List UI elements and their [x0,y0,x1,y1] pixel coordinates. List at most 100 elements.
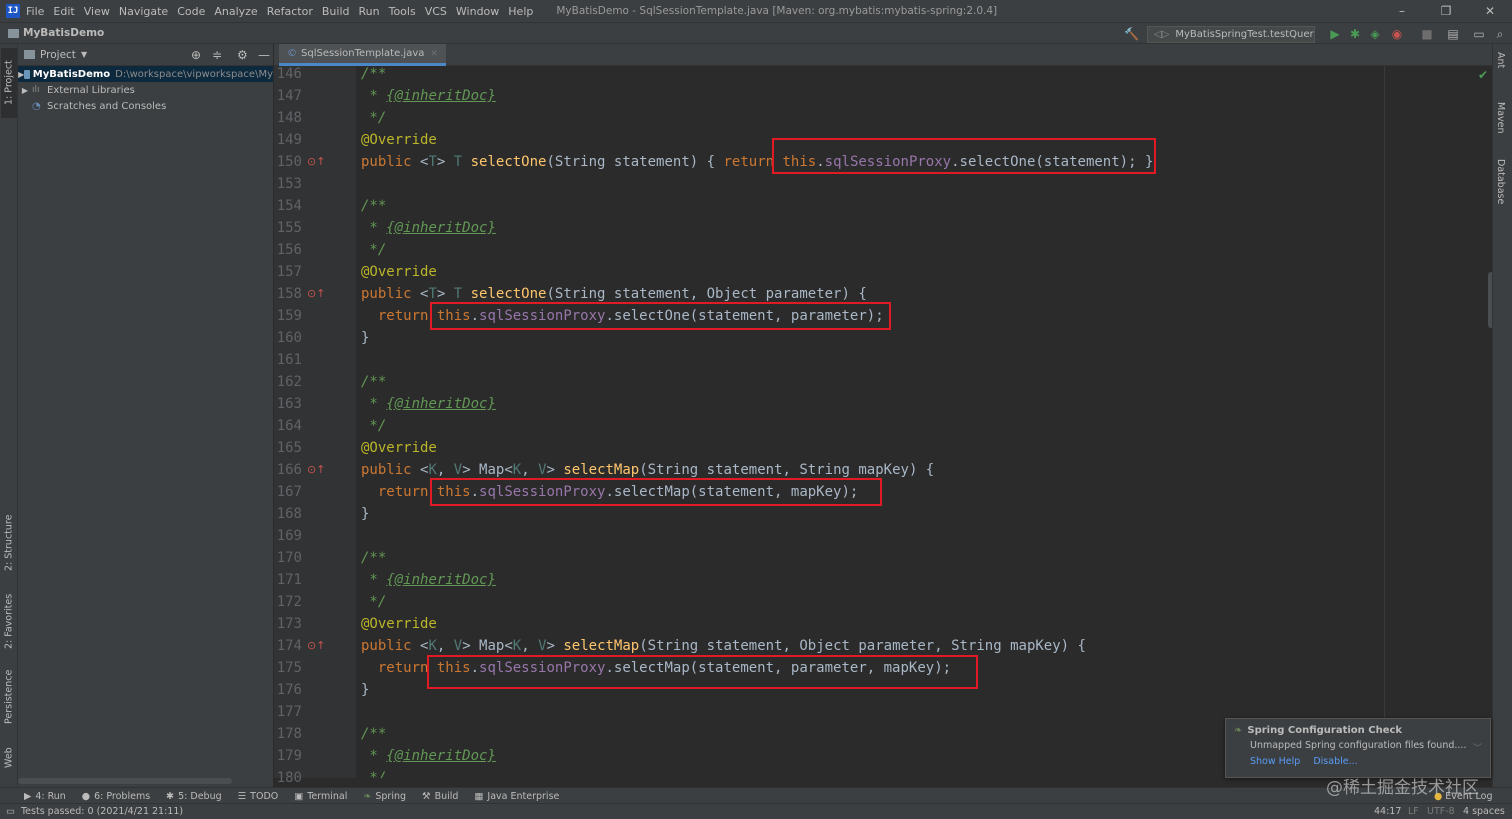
left-tool-strip: 1: Project 2: Structure 2: Favorites Per… [0,44,18,791]
tab-debug[interactable]: ✱ 5: Debug [166,791,221,802]
menu-help[interactable]: Help [508,5,533,18]
disable-link[interactable]: Disable... [1313,756,1357,767]
show-help-link[interactable]: Show Help [1250,756,1300,767]
chevron-right-icon[interactable]: ▶ [18,86,32,95]
tab-todo[interactable]: ☰ TODO [238,791,279,802]
code-line: * {@inheritDoc} [361,88,496,104]
caret-position[interactable]: 44:17 [1374,806,1401,817]
build-hammer-icon[interactable]: 🔨 [1124,27,1139,41]
tree-item-external-libraries[interactable]: ▶ ılı External Libraries [18,82,273,98]
status-bar: ▭ Tests passed: 0 (2021/4/21 21:11) 44:1… [0,803,1512,819]
line-number: 167 [276,484,302,500]
menu-bar: IJ File Edit View Navigate Code Analyze … [0,0,1512,22]
chevron-down-icon[interactable]: ▼ [81,50,87,59]
override-method-icon[interactable]: ⊙↑ [307,155,325,168]
tree-item-mybatisdemo[interactable]: ▶ MyBatisDemo D:\workspace\vipworkspace\… [18,66,273,82]
tab-sqlsessiontemplate[interactable]: © SqlSessionTemplate.java ✕ [279,44,446,66]
close-icon[interactable]: ✕ [1468,0,1512,22]
override-method-icon[interactable]: ⊙↑ [307,287,325,300]
run-icon[interactable]: ▶ [1328,27,1342,41]
collapse-all-icon[interactable]: ≑ [212,48,222,62]
tab-ant[interactable]: Ant [1495,52,1506,68]
debug-icon[interactable]: ✱ [1348,27,1362,41]
menu-run[interactable]: Run [359,5,380,18]
problems-icon: ● [81,790,91,802]
menu-window[interactable]: Window [456,5,499,18]
layout-icon[interactable]: ▭ [1472,27,1486,41]
breadcrumb-project[interactable]: MyBatisDemo [23,27,104,39]
tab-problems[interactable]: ● 6: Problems [82,791,150,802]
code-line: @Override [361,264,437,280]
line-number: 166 [276,462,302,478]
line-number: 171 [276,572,302,588]
java-enterprise-icon: ▦ [474,790,484,802]
menu-navigate[interactable]: Navigate [119,5,168,18]
tab-terminal[interactable]: ▣ Terminal [294,791,347,802]
run-configuration-select[interactable]: ◁▷ MyBatisSpringTest.testQuery ▼ [1147,26,1315,43]
menu-vcs[interactable]: VCS [425,5,447,18]
override-method-icon[interactable]: ⊙↑ [307,463,325,476]
spring-config-notification: ❧ Spring Configuration Check Unmapped Sp… [1225,718,1491,778]
menu-code[interactable]: Code [177,5,205,18]
menu-build[interactable]: Build [322,5,350,18]
tab-run[interactable]: ▶ 4: Run [24,791,66,802]
tree-item-label: MyBatisDemo [32,68,111,80]
notification-title: Spring Configuration Check [1247,725,1403,736]
tree-item-scratches[interactable]: ◔ Scratches and Consoles [18,98,273,114]
tab-database[interactable]: Database [1495,159,1506,204]
profile-icon[interactable]: ◉ [1390,27,1404,41]
code-line: /** [361,726,387,742]
tab-favorites[interactable]: 2: Favorites [1,586,17,656]
code-line: } [361,330,370,346]
gear-icon[interactable]: ⚙ [237,48,248,62]
tab-maven[interactable]: Maven [1495,102,1506,134]
menu-tools[interactable]: Tools [389,5,416,18]
tab-spring[interactable]: ❧ Spring [363,791,406,802]
right-margin-guide [1384,66,1385,778]
override-method-icon[interactable]: ⊙↑ [307,639,325,652]
status-message[interactable]: Tests passed: 0 (2021/4/21 21:11) [21,806,183,817]
line-number: 146 [276,66,302,82]
line-number: 163 [276,396,302,412]
menu-refactor[interactable]: Refactor [267,5,313,18]
close-tab-icon[interactable]: ✕ [430,49,438,59]
menu-analyze[interactable]: Analyze [214,5,257,18]
tab-build[interactable]: ⚒ Build [422,791,458,802]
code-line: */ [361,110,387,126]
line-number: 164 [276,418,302,434]
tab-structure[interactable]: 2: Structure [1,508,17,578]
project-structure-icon[interactable]: ▤ [1446,27,1460,41]
line-separator[interactable]: LF [1408,806,1419,817]
code-line: /** [361,66,387,82]
todo-icon: ☰ [237,790,247,802]
hide-panel-icon[interactable]: — [258,48,270,62]
line-number: 159 [276,308,302,324]
line-number: 175 [276,660,302,676]
code-editor[interactable]: /** * {@inheritDoc} */@Override public <T… [356,66,1492,778]
tab-web[interactable]: Web [1,738,17,778]
project-folder-icon [8,28,19,38]
tree-item-label: External Libraries [47,84,135,96]
tab-java-enterprise[interactable]: ▦ Java Enterprise [474,791,559,802]
tab-project[interactable]: 1: Project [1,48,17,118]
coverage-icon[interactable]: ◈ [1368,27,1382,41]
menu-file[interactable]: File [26,5,44,18]
code-line: */ [361,594,387,610]
project-view-label[interactable]: Project [40,49,76,61]
locate-icon[interactable]: ⊕ [191,48,201,62]
search-icon[interactable]: ⌕ [1493,27,1507,41]
menu-view[interactable]: View [84,5,110,18]
line-number: 160 [276,330,302,346]
chevron-down-icon[interactable]: ﹀ [1473,741,1482,754]
tab-persistence[interactable]: Persistence [1,664,17,730]
minimize-icon[interactable]: – [1380,0,1424,22]
line-number: 161 [276,352,302,368]
stop-icon[interactable]: ■ [1420,27,1434,41]
debug-icon: ✱ [166,790,175,802]
maximize-icon[interactable]: ❐ [1424,0,1468,22]
horizontal-scrollbar[interactable] [18,778,232,784]
indent-setting[interactable]: 4 spaces [1463,806,1505,817]
code-line: public <K, V> Map<K, V> selectMap(String… [361,638,1086,654]
menu-edit[interactable]: Edit [53,5,74,18]
file-encoding[interactable]: UTF-8 [1427,806,1455,817]
